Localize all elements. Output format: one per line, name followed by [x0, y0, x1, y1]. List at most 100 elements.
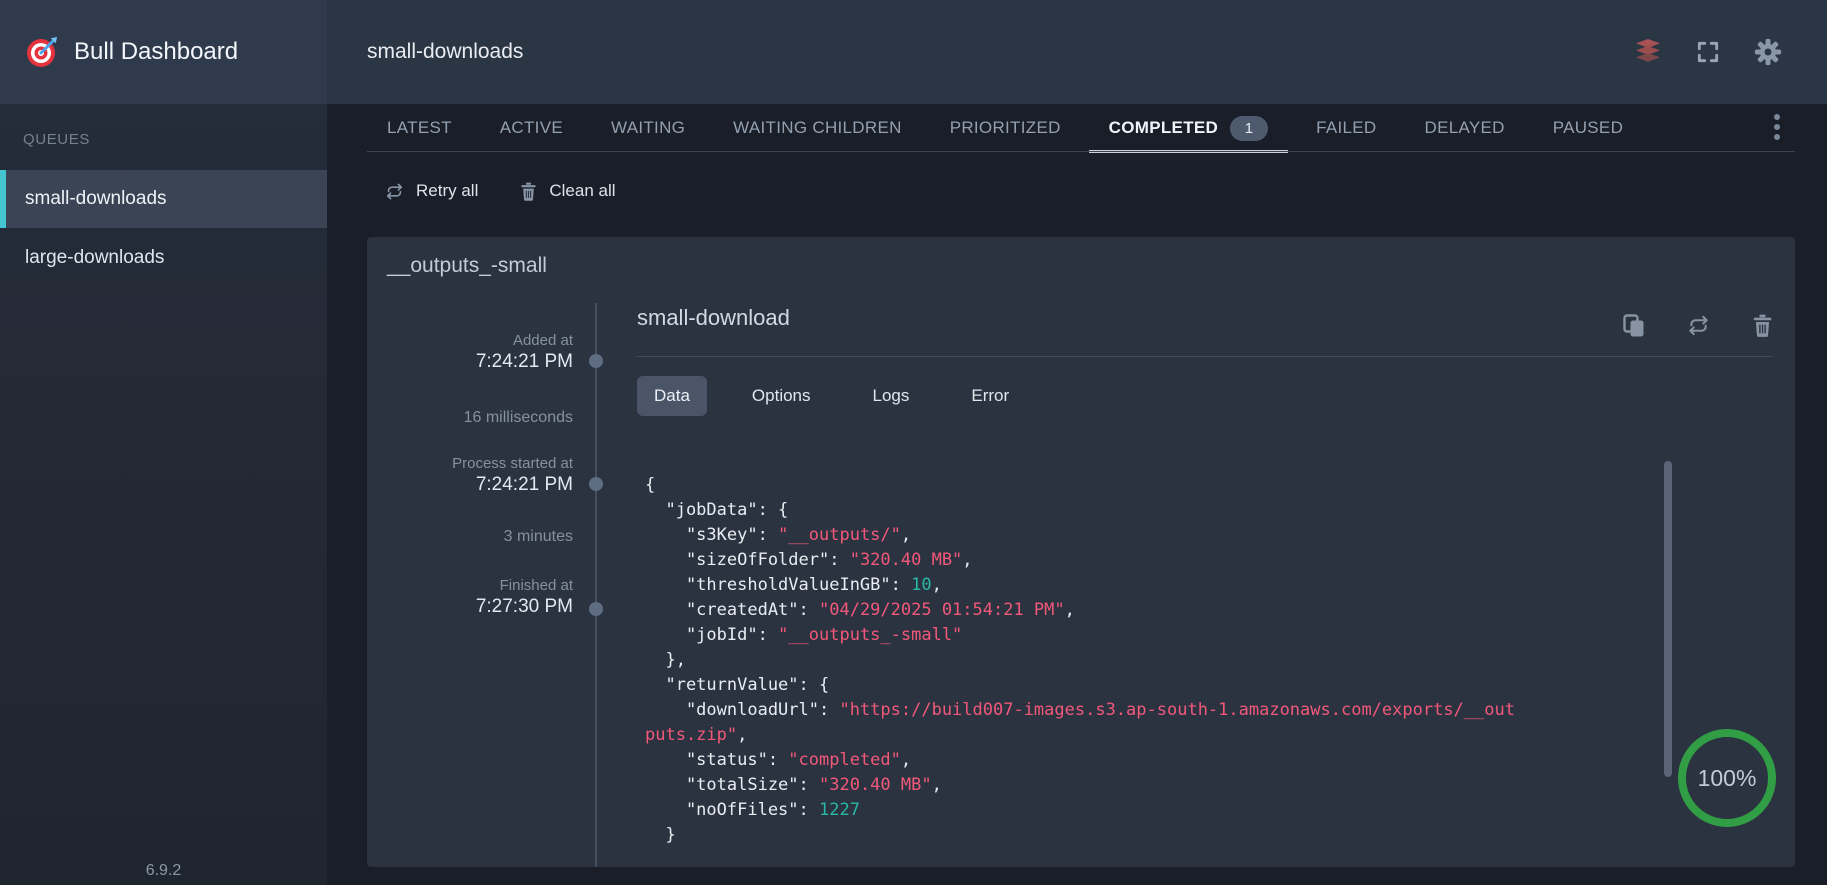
tab-data[interactable]: Data [637, 376, 707, 416]
tab-delayed[interactable]: DELAYED [1405, 104, 1525, 152]
timeline-time: 7:27:30 PM [367, 595, 573, 618]
code-line: } [645, 823, 1655, 845]
code-segment: "noOfFiles": [645, 800, 819, 820]
code-segment: , [1065, 600, 1075, 620]
tab-waiting-children[interactable]: WAITING CHILDREN [713, 104, 922, 152]
timeline-entry-wait-duration: 16 milliseconds [367, 408, 573, 428]
tab-options[interactable]: Options [735, 376, 828, 416]
code-segment: 10 [911, 575, 931, 595]
code-segment: , [932, 575, 942, 595]
sidebar: Bull Dashboard QUEUES small-downloads la… [0, 0, 327, 885]
tab-logs[interactable]: Logs [856, 376, 927, 416]
code-segment: , [932, 775, 942, 795]
code-line: "downloadUrl": "https://build007-images.… [645, 698, 1655, 723]
timeline-label: Process started at [367, 454, 573, 473]
retry-all-button[interactable]: Retry all [385, 181, 478, 201]
code-scrollbar[interactable] [1664, 461, 1672, 777]
queue-item-label: large-downloads [25, 247, 164, 269]
timeline-label: Added at [367, 331, 573, 350]
code-segment: "04/29/2025 01:54:21 PM" [819, 600, 1065, 620]
timeline-entry-finished: Finished at 7:27:30 PM [367, 576, 573, 618]
code-line: puts.zip", [645, 723, 1655, 748]
tab-label: PAUSED [1553, 118, 1623, 138]
code-segment: { [645, 475, 655, 495]
tab-active[interactable]: ACTIVE [480, 104, 583, 152]
code-segment: puts.zip" [645, 725, 737, 745]
app-version: 6.9.2 [0, 862, 327, 880]
tab-label: LATEST [387, 118, 452, 138]
code-segment: , [737, 725, 747, 745]
code-segment: "status": [645, 750, 788, 770]
code-segment: "createdAt": [645, 600, 819, 620]
tab-failed[interactable]: FAILED [1296, 104, 1396, 152]
clean-all-button[interactable]: Clean all [520, 181, 615, 201]
queue-item-label: small-downloads [25, 188, 167, 210]
app-logo[interactable]: Bull Dashboard [0, 0, 327, 104]
retry-icon[interactable] [1687, 314, 1710, 338]
code-line: "returnValue": { [645, 673, 1655, 698]
queue-actions: Retry all Clean all [385, 181, 616, 201]
fullscreen-icon[interactable] [1695, 39, 1721, 65]
code-segment: "returnValue": { [645, 675, 829, 695]
copy-icon[interactable] [1623, 314, 1645, 338]
code-line: "jobId": "__outputs_-small" [645, 623, 1655, 648]
header-icons [1633, 37, 1827, 67]
code-segment: "320.40 MB" [850, 550, 963, 570]
code-line: { [645, 473, 1655, 498]
sidebar-item-large-downloads[interactable]: large-downloads [0, 229, 327, 287]
timeline-entry-run-duration: 3 minutes [367, 527, 573, 547]
tab-prioritized[interactable]: PRIORITIZED [930, 104, 1081, 152]
job-name: __outputs_-small [387, 254, 547, 278]
code-line: "jobData": { [645, 498, 1655, 523]
timeline-time: 7:24:21 PM [367, 350, 573, 373]
code-line: "createdAt": "04/29/2025 01:54:21 PM", [645, 598, 1655, 623]
code-line: "totalSize": "320.40 MB", [645, 773, 1655, 798]
gear-icon[interactable] [1753, 37, 1783, 67]
code-line: "sizeOfFolder": "320.40 MB", [645, 548, 1655, 573]
trash-icon[interactable] [1752, 314, 1773, 338]
code-segment: , [962, 550, 972, 570]
timeline-entry-added: Added at 7:24:21 PM [367, 331, 573, 373]
code-segment: 1227 [819, 800, 860, 820]
code-segment: "thresholdValueInGB": [645, 575, 911, 595]
tab-completed[interactable]: COMPLETED 1 [1089, 104, 1288, 152]
redis-icon[interactable] [1633, 38, 1663, 66]
code-segment: "s3Key": [645, 525, 778, 545]
code-block: { "jobData": { "s3Key": "__outputs/", "s… [645, 473, 1655, 845]
header: small-downloads [327, 0, 1827, 104]
code-segment: "completed" [788, 750, 901, 770]
code-segment: "jobData": { [645, 500, 788, 520]
code-line: "noOfFiles": 1227 [645, 798, 1655, 823]
tab-label: FAILED [1316, 118, 1376, 138]
code-segment: , [901, 750, 911, 770]
timeline-line [595, 303, 597, 867]
code-segment: }, [645, 650, 686, 670]
tab-error[interactable]: Error [954, 376, 1026, 416]
kebab-menu-icon[interactable] [1773, 112, 1781, 144]
timeline-dot [589, 477, 603, 491]
code-line: }, [645, 648, 1655, 673]
clean-all-label: Clean all [549, 181, 615, 201]
code-segment: "https://build007-images.s3.ap-south-1.a… [839, 700, 1515, 720]
tab-waiting[interactable]: WAITING [591, 104, 705, 152]
tabbar-divider [367, 151, 1795, 152]
code-segment: } [645, 825, 676, 845]
job-progress-ring: 100% [1675, 726, 1779, 830]
timeline-dot [589, 602, 603, 616]
status-tabbar: LATEST ACTIVE WAITING WAITING CHILDREN P… [327, 104, 1827, 152]
sidebar-item-small-downloads[interactable]: small-downloads [0, 170, 327, 228]
tab-latest[interactable]: LATEST [367, 104, 472, 152]
tab-label: WAITING [611, 118, 685, 138]
job-detail-tabs: Data Options Logs Error [637, 376, 1026, 416]
timeline-label: Finished at [367, 576, 573, 595]
tab-label: WAITING CHILDREN [733, 118, 902, 138]
timeline-entry-process-started: Process started at 7:24:21 PM [367, 454, 573, 496]
job-card: __outputs_-small Added at 7:24:21 PM 16 … [367, 237, 1795, 867]
job-progress-value: 100% [1675, 726, 1779, 830]
tab-label: DELAYED [1425, 118, 1505, 138]
trash-icon [520, 182, 537, 201]
code-segment: "totalSize": [645, 775, 819, 795]
tab-paused[interactable]: PAUSED [1533, 104, 1643, 152]
code-segment: "320.40 MB" [819, 775, 932, 795]
code-segment: "downloadUrl": [645, 700, 839, 720]
